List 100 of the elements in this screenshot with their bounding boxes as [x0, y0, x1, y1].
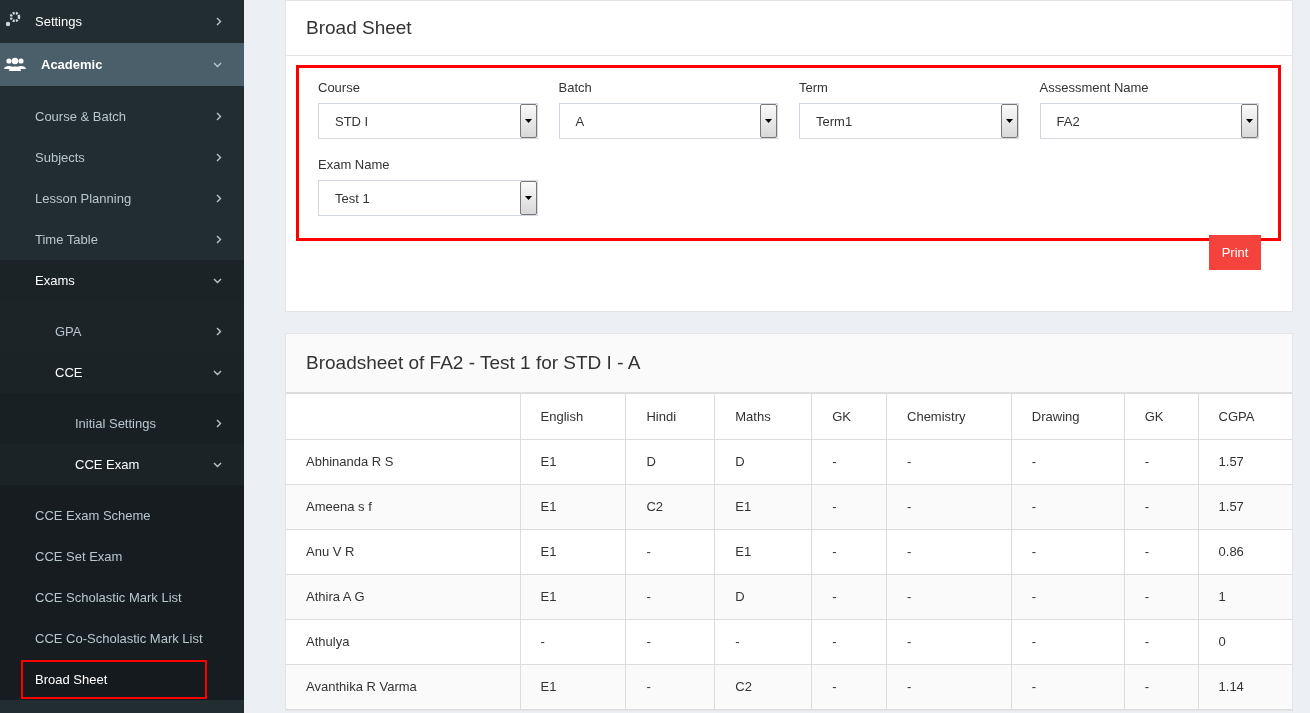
chevron-right-icon — [216, 235, 222, 244]
chevron-down-icon — [213, 369, 222, 376]
table-cell: Ameena s f — [286, 484, 521, 529]
table-cell: E1 — [520, 439, 626, 484]
table-cell: - — [886, 574, 1012, 619]
table-cell: - — [1124, 574, 1199, 619]
table-cell: - — [1124, 529, 1199, 574]
sidebar-item[interactable]: Initial Settings — [0, 403, 244, 444]
table-cell: - — [811, 484, 887, 529]
table-cell: - — [811, 529, 887, 574]
table-cell: C2 — [714, 664, 812, 709]
table-cell: 1.14 — [1198, 664, 1292, 709]
table-cell: E1 — [714, 529, 812, 574]
sidebar-item[interactable]: Subjects — [0, 137, 244, 178]
table-cell: - — [520, 619, 626, 664]
select-field[interactable]: STD I — [318, 103, 538, 139]
column-header: Hindi — [625, 394, 715, 439]
table-cell: - — [886, 439, 1012, 484]
sidebar-item[interactable]: CCE Co-Scholastic Mark List — [0, 618, 244, 659]
table-cell: C2 — [625, 484, 715, 529]
column-header: CGPA — [1198, 394, 1292, 439]
field-label: Course — [318, 80, 361, 95]
table-cell: - — [1011, 484, 1125, 529]
table-cell: - — [625, 574, 715, 619]
sidebar-item[interactable]: CCE Exam Scheme — [0, 495, 244, 536]
chevron-right-icon — [216, 419, 222, 428]
print-button[interactable]: Print — [1209, 235, 1261, 270]
field-label: Batch — [558, 80, 593, 95]
column-header: Maths — [714, 394, 812, 439]
sidebar-item[interactable]: Settings — [0, 0, 244, 43]
table-cell: D — [714, 574, 812, 619]
select-field[interactable]: Term1 — [799, 103, 1019, 139]
chevron-down-icon — [213, 461, 222, 468]
table-cell: 1 — [1198, 574, 1292, 619]
table-cell: - — [1011, 529, 1125, 574]
sidebar-item[interactable]: Broad Sheet — [20, 659, 208, 700]
table-cell: Athulya — [286, 619, 521, 664]
field-label: Term — [799, 80, 829, 95]
table-cell: - — [625, 619, 715, 664]
table-cell: - — [811, 439, 887, 484]
table-cell: - — [1124, 664, 1199, 709]
table-cell: - — [886, 619, 1012, 664]
chevron-right-icon — [216, 194, 222, 203]
table-cell: - — [811, 664, 887, 709]
table-cell: - — [625, 664, 715, 709]
chevron-down-icon — [213, 277, 222, 284]
table-cell: E1 — [520, 574, 626, 619]
field-label: Exam Name — [318, 157, 391, 172]
table-cell: - — [886, 664, 1012, 709]
table-cell: 0.86 — [1198, 529, 1292, 574]
table-cell: - — [1011, 574, 1125, 619]
gears-icon — [4, 10, 22, 28]
table-cell: - — [1011, 619, 1125, 664]
sidebar-item[interactable]: Lesson Planning — [0, 178, 244, 219]
table-cell: - — [625, 529, 715, 574]
table-cell: - — [1124, 619, 1199, 664]
sidebar-item[interactable]: CCE Set Exam — [0, 536, 244, 577]
chevron-right-icon — [216, 17, 222, 26]
column-header: GK — [811, 394, 887, 439]
sidebar-item[interactable]: GPA — [0, 311, 244, 352]
table-cell: E1 — [520, 484, 626, 529]
table-cell: E1 — [520, 664, 626, 709]
table-cell: - — [1124, 484, 1199, 529]
chevron-down-icon — [213, 61, 222, 68]
table-cell: - — [1011, 664, 1125, 709]
sidebar-item[interactable]: Exams — [0, 260, 244, 301]
table-cell: - — [1124, 439, 1199, 484]
table-cell: 1.57 — [1198, 439, 1292, 484]
card-title: Broadsheet of FA2 - Test 1 for STD I - A — [286, 334, 1292, 394]
select-field[interactable]: Test 1 — [318, 180, 538, 216]
sidebar-item[interactable]: Course & Batch — [0, 96, 244, 137]
table-cell: 0 — [1198, 619, 1292, 664]
sidebar-item[interactable]: Academic — [0, 43, 244, 86]
select-field[interactable]: A — [558, 103, 778, 139]
column-header: Chemistry — [886, 394, 1012, 439]
table-cell: Anu V R — [286, 529, 521, 574]
table-cell: D — [714, 439, 812, 484]
table-cell: Avanthika R Varma — [286, 664, 521, 709]
table-cell: E1 — [520, 529, 626, 574]
table-cell: - — [714, 619, 812, 664]
select-field[interactable]: FA2 — [1039, 103, 1259, 139]
sidebar-item[interactable]: CCE Scholastic Mark List — [0, 577, 244, 618]
table-cell: 1.57 — [1198, 484, 1292, 529]
table-cell: - — [811, 574, 887, 619]
table-cell: - — [811, 619, 887, 664]
table-cell: Abhinanda R S — [286, 439, 521, 484]
table-cell: - — [886, 529, 1012, 574]
table-cell: Athira A G — [286, 574, 521, 619]
chevron-right-icon — [216, 327, 222, 336]
column-header: Drawing — [1011, 394, 1125, 439]
chevron-right-icon — [216, 112, 222, 121]
table-cell: E1 — [714, 484, 812, 529]
table-cell: - — [1011, 439, 1125, 484]
field-label: Assessment Name — [1039, 80, 1150, 95]
users-icon — [4, 57, 28, 71]
table-cell: D — [625, 439, 715, 484]
column-header: GK — [1124, 394, 1199, 439]
chevron-right-icon — [216, 153, 222, 162]
column-header: English — [520, 394, 626, 439]
sidebar-item[interactable]: Time Table — [0, 219, 244, 260]
